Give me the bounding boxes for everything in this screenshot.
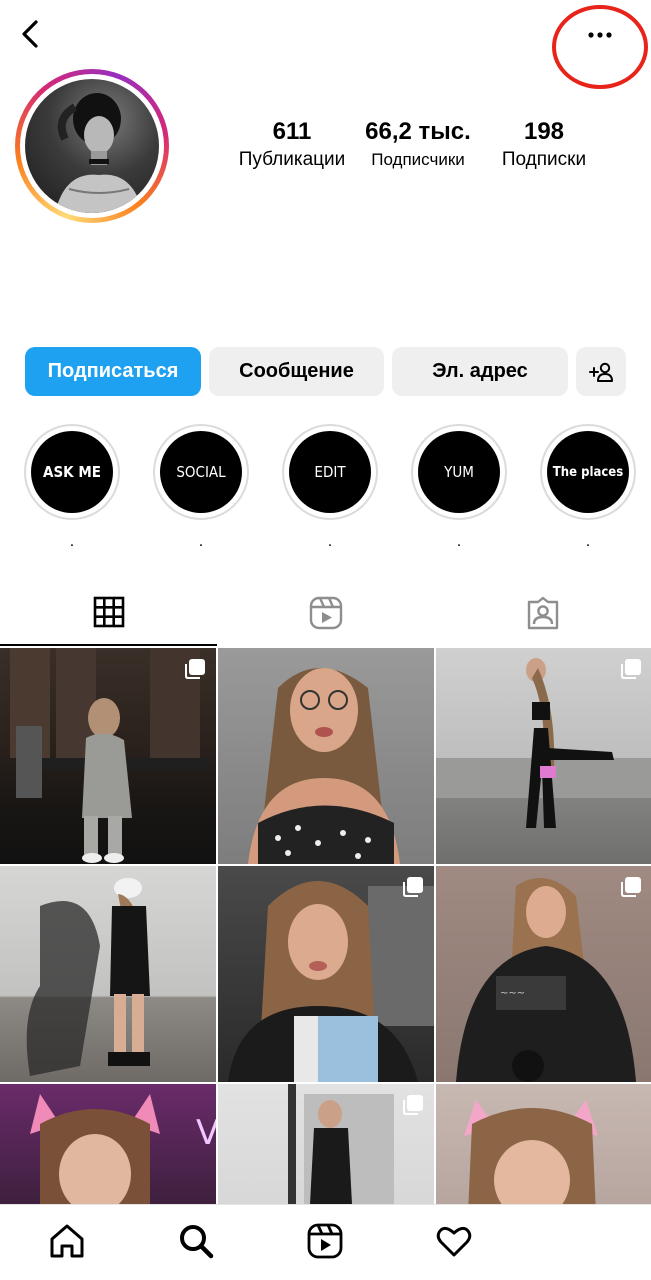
highlight-caption: .	[198, 533, 204, 550]
tagged-icon	[527, 596, 558, 630]
post-thumbnail[interactable]	[0, 866, 216, 1082]
highlight-caption: .	[585, 533, 591, 550]
followers-label: Подписчики	[371, 150, 465, 169]
highlight-caption: .	[456, 533, 462, 550]
reels-icon	[307, 1223, 343, 1259]
multiple-photos-icon	[403, 1095, 423, 1115]
multiple-photos-icon	[621, 659, 641, 679]
reels-icon	[309, 596, 342, 630]
following-count: 198	[523, 118, 565, 145]
post-thumbnail[interactable]	[218, 648, 434, 864]
followers-count: 66,2 тыс.	[365, 118, 471, 145]
add-person-icon	[589, 362, 613, 382]
highlight-caption: .	[69, 533, 75, 550]
multiple-photos-icon	[185, 659, 205, 679]
follow-button[interactable]: Подписаться	[25, 347, 201, 396]
highlight-social[interactable]: SOCIAL .	[151, 424, 251, 550]
tab-reels[interactable]	[217, 580, 434, 646]
posts-label: Публикации	[238, 149, 346, 170]
nav-search[interactable]	[176, 1221, 216, 1261]
post-thumbnail[interactable]	[0, 648, 216, 864]
more-options-button[interactable]	[578, 18, 622, 52]
svg-text:V: V	[196, 1113, 216, 1153]
posts-count: 611	[272, 118, 312, 145]
suggested-people-button[interactable]	[576, 347, 626, 396]
highlight-yum[interactable]: YUM .	[409, 424, 509, 550]
more-dots-icon	[588, 32, 612, 38]
multiple-photos-icon	[403, 877, 423, 897]
post-thumbnail[interactable]	[436, 648, 651, 864]
stat-followers[interactable]: 66,2 тыс. Подписчики	[356, 118, 480, 174]
highlight-caption: .	[327, 533, 333, 550]
home-icon	[50, 1224, 84, 1258]
message-button[interactable]: Сообщение	[209, 347, 384, 396]
multiple-photos-icon	[621, 877, 641, 897]
highlight-the-places[interactable]: The places .	[538, 424, 638, 550]
post-thumbnail[interactable]	[218, 866, 434, 1082]
post-thumbnail[interactable]: V	[0, 1084, 216, 1204]
nav-activity[interactable]	[434, 1221, 474, 1261]
highlight-edit[interactable]: EDIT .	[280, 424, 380, 550]
svg-text:~~~: ~~~	[500, 988, 525, 999]
tab-posts-grid[interactable]	[0, 580, 217, 646]
stat-posts[interactable]: 611 Публикации	[230, 118, 354, 174]
highlight-title: SOCIAL	[160, 431, 242, 513]
avatar[interactable]	[15, 69, 169, 223]
grid-icon	[93, 596, 124, 628]
back-button[interactable]	[14, 16, 50, 52]
nav-reels[interactable]	[305, 1221, 345, 1261]
highlight-ask-me[interactable]: ASK ME .	[22, 424, 122, 550]
post-thumbnail[interactable]	[218, 1084, 434, 1204]
tab-tagged[interactable]	[434, 580, 651, 646]
highlight-title: YUM	[418, 431, 500, 513]
highlight-title: ASK ME	[31, 431, 113, 513]
avatar-photo	[25, 79, 159, 213]
heart-icon	[436, 1226, 472, 1257]
stat-following[interactable]: 198 Подписки	[484, 118, 604, 174]
post-thumbnail[interactable]	[436, 1084, 651, 1204]
post-thumbnail[interactable]: ~~~	[436, 866, 651, 1082]
search-icon	[180, 1225, 214, 1259]
following-label: Подписки	[501, 149, 587, 170]
bottom-navigation	[0, 1204, 651, 1280]
nav-home[interactable]	[47, 1221, 87, 1261]
chevron-left-icon	[22, 20, 38, 48]
highlight-title: EDIT	[289, 431, 371, 513]
posts-grid: ~~~ V	[0, 648, 651, 1204]
email-button[interactable]: Эл. адрес	[392, 347, 568, 396]
highlight-title: The places	[547, 431, 629, 513]
